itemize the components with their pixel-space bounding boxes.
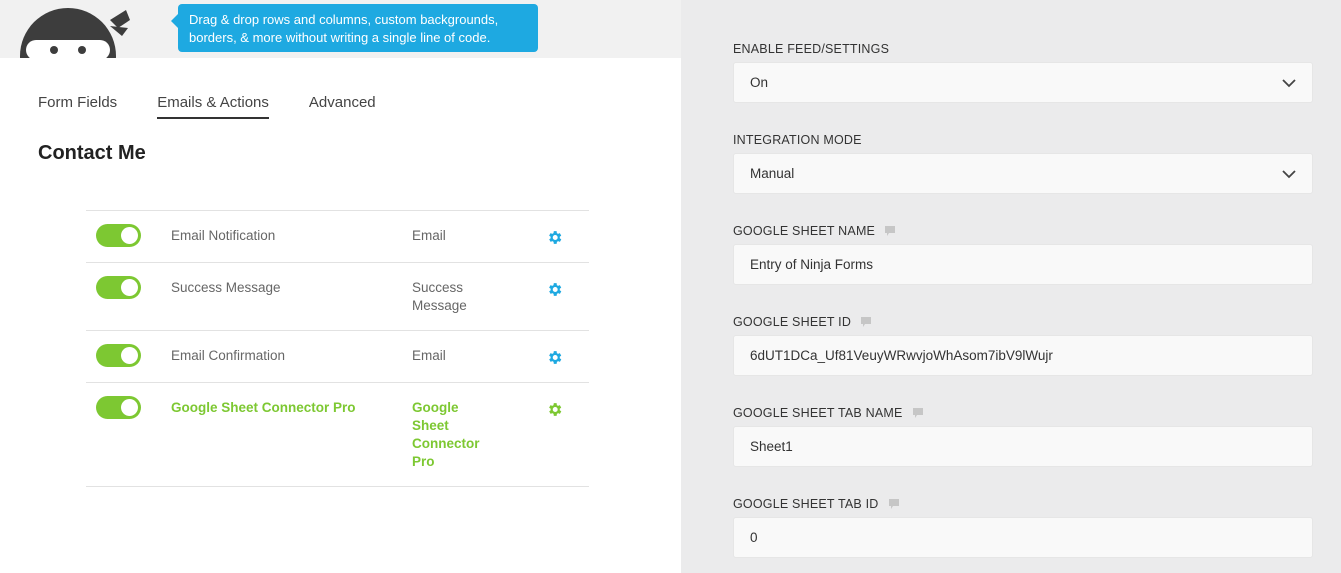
tab-name-field: GOOGLE SHEET TAB NAME Sheet1 (733, 404, 1313, 467)
input-value: Entry of Ninja Forms (750, 257, 874, 272)
tab-form-fields[interactable]: Form Fields (38, 94, 117, 119)
action-name[interactable]: Email Confirmation (171, 347, 412, 367)
settings-panel: ENABLE FEED/SETTINGS On INTEGRATION MODE… (681, 0, 1341, 573)
ninja-logo (18, 6, 130, 58)
integration-mode-select[interactable]: Manual (733, 153, 1313, 194)
chevron-down-icon (1282, 169, 1296, 178)
enable-feed-field: ENABLE FEED/SETTINGS On (733, 40, 1313, 103)
action-type: Email (412, 228, 446, 243)
actions-list: Email Notification Email Success Message… (86, 210, 589, 487)
action-name[interactable]: Google Sheet Connector Pro (171, 399, 412, 471)
tab-advanced[interactable]: Advanced (309, 94, 376, 119)
action-toggle[interactable] (96, 276, 141, 299)
gear-icon[interactable] (546, 229, 563, 246)
sheet-id-field: GOOGLE SHEET ID 6dUT1DCa_Uf81VeuyWRwvjoW… (733, 313, 1313, 376)
action-toggle[interactable] (96, 344, 141, 367)
tab-emails-actions[interactable]: Emails & Actions (157, 94, 269, 119)
select-value: Manual (750, 166, 795, 181)
input-value: 0 (750, 530, 758, 545)
field-label: GOOGLE SHEET TAB ID (733, 497, 879, 511)
tooltip-callout: Drag & drop rows and columns, custom bac… (171, 4, 538, 52)
chevron-down-icon (1282, 78, 1296, 87)
action-type: Success Message (412, 280, 467, 313)
tab-name-input[interactable]: Sheet1 (733, 426, 1313, 467)
tab-id-input[interactable]: 0 (733, 517, 1313, 558)
action-type: Google Sheet Connector Pro (412, 400, 480, 469)
field-label: ENABLE FEED/SETTINGS (733, 42, 890, 56)
action-type: Email (412, 348, 446, 363)
form-title: Contact Me (38, 142, 146, 164)
field-label: INTEGRATION MODE (733, 133, 862, 147)
gear-icon[interactable] (546, 401, 563, 418)
builder-tabs: Form Fields Emails & Actions Advanced (38, 94, 376, 119)
action-name[interactable]: Success Message (171, 279, 412, 315)
sheet-name-input[interactable]: Entry of Ninja Forms (733, 244, 1313, 285)
select-value: On (750, 75, 769, 90)
action-toggle[interactable] (96, 396, 141, 419)
sheet-id-input[interactable]: 6dUT1DCa_Uf81VeuyWRwvjoWhAsom7ibV9lWujr (733, 335, 1313, 376)
tab-id-field: GOOGLE SHEET TAB ID 0 (733, 495, 1313, 558)
field-label: GOOGLE SHEET NAME (733, 224, 876, 238)
action-toggle[interactable] (96, 224, 141, 247)
help-bubble-icon[interactable] (860, 316, 872, 328)
action-row: Email Confirmation Email (86, 331, 589, 383)
help-bubble-icon[interactable] (912, 407, 924, 419)
integration-mode-field: INTEGRATION MODE Manual (733, 131, 1313, 194)
help-bubble-icon[interactable] (888, 498, 900, 510)
action-name[interactable]: Email Notification (171, 227, 412, 247)
form-builder-panel: Form Fields Emails & Actions Advanced Co… (0, 58, 681, 573)
input-value: 6dUT1DCa_Uf81VeuyWRwvjoWhAsom7ibV9lWujr (750, 348, 1053, 363)
field-label: GOOGLE SHEET ID (733, 315, 852, 329)
sheet-name-field: GOOGLE SHEET NAME Entry of Ninja Forms (733, 222, 1313, 285)
gear-icon[interactable] (546, 281, 563, 298)
action-row: Google Sheet Connector Pro Google Sheet Co… (86, 383, 589, 487)
action-row: Email Notification Email (86, 211, 589, 263)
field-label: GOOGLE SHEET TAB NAME (733, 406, 903, 420)
enable-feed-select[interactable]: On (733, 62, 1313, 103)
input-value: Sheet1 (750, 439, 793, 454)
gear-icon[interactable] (546, 349, 563, 366)
action-row: Success Message Success Message (86, 263, 589, 331)
help-bubble-icon[interactable] (884, 225, 896, 237)
